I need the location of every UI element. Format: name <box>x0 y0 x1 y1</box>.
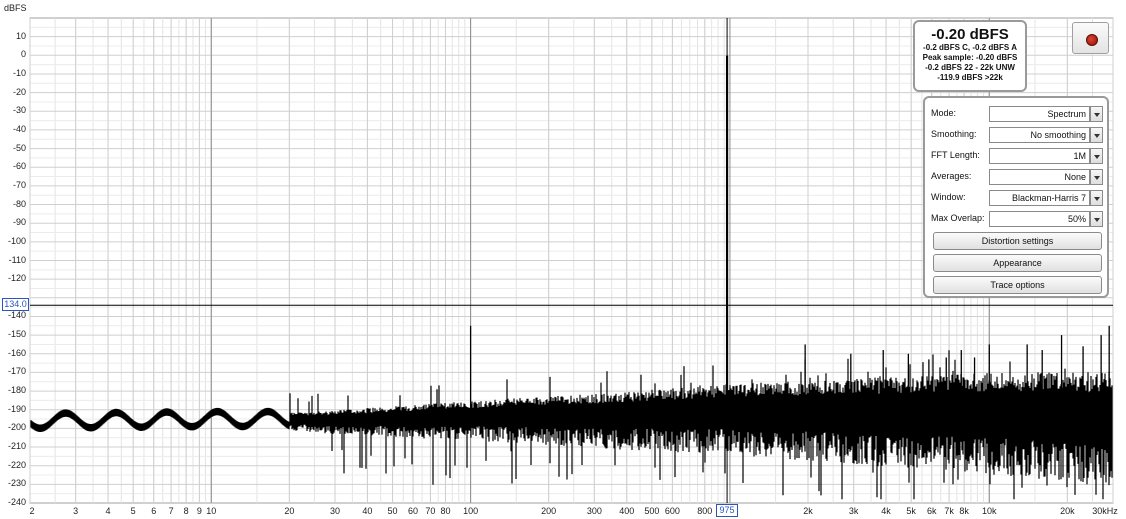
x-tick-label: 3k <box>848 506 859 516</box>
y-tick-label: -190 <box>7 403 26 414</box>
y-tick-label: -160 <box>7 347 26 358</box>
x-tick-label: 60 <box>408 506 419 516</box>
y-tick-label: -60 <box>12 161 26 172</box>
chevron-down-icon[interactable] <box>1090 148 1103 164</box>
x-tick-label: 200 <box>541 506 557 516</box>
mode-label: Mode: <box>931 108 957 118</box>
distortion-settings-button[interactable]: Distortion settings <box>933 232 1102 250</box>
x-tick-label: 10 <box>206 506 217 516</box>
x-tick-label: 7k <box>944 506 954 516</box>
y-tick-label: -220 <box>7 459 26 470</box>
y-tick-label: -80 <box>12 198 26 209</box>
averages-select[interactable]: None <box>989 169 1090 185</box>
x-tick-label: 30kHz <box>1092 506 1118 516</box>
y-tick-label: -210 <box>7 441 26 452</box>
x-tick-label: 5 <box>130 506 136 516</box>
chevron-down-icon[interactable] <box>1090 127 1103 143</box>
spectrum-analyzer-window: dBFS 10 0 -10 -20 -30 -40 -50 -60 -70 -80 -90 -100-… <box>0 0 1126 519</box>
y-tick-label: -100 <box>7 235 26 246</box>
x-tick-label: 10k <box>982 506 997 516</box>
window-select[interactable]: Blackman-Harris 7 <box>989 190 1090 206</box>
y-tick-label: -20 <box>12 86 26 97</box>
y-tick-label: -10 <box>12 67 26 78</box>
x-tick-label: 300 <box>586 506 602 516</box>
x-tick-label: 3 <box>73 506 79 516</box>
level-readout-panel: -0.20 dBFS -0.2 dBFS C, -0.2 dBFS A Peak… <box>913 20 1027 92</box>
averages-row: Averages: None <box>931 169 1103 185</box>
y-tick-label: -240 <box>7 497 26 507</box>
fft-length-label: FFT Length: <box>931 150 980 160</box>
x-tick-label: 7 <box>168 506 174 516</box>
x-tick-label: 40 <box>362 506 373 516</box>
chevron-down-icon[interactable] <box>1090 169 1103 185</box>
max-overlap-select[interactable]: 50% <box>989 211 1090 227</box>
window-row: Window: Blackman-Harris 7 <box>931 190 1103 206</box>
chevron-down-icon[interactable] <box>1090 106 1103 122</box>
x-tick-label: 4 <box>105 506 111 516</box>
record-button[interactable] <box>1072 22 1109 54</box>
y-axis-unit-label: dBFS <box>4 3 27 13</box>
y-tick-label: -90 <box>12 217 26 228</box>
x-tick-label: 80 <box>440 506 451 516</box>
level-readout-line: -119.9 dBFS >22k <box>937 73 1003 82</box>
averages-label: Averages: <box>931 171 972 181</box>
x-tick-label: 5k <box>906 506 916 516</box>
y-tick-label: -30 <box>12 105 26 116</box>
smoothing-label: Smoothing: <box>931 129 977 139</box>
x-tick-label: 9 <box>196 506 202 516</box>
appearance-button[interactable]: Appearance <box>933 254 1102 272</box>
y-tick-label: -170 <box>7 366 26 377</box>
x-tick-label: 2k <box>803 506 813 516</box>
x-tick-label: 500 <box>644 506 660 516</box>
x-tick-label: 8 <box>183 506 189 516</box>
max-overlap-label: Max Overlap: <box>931 213 985 223</box>
y-tick-label: 0 <box>20 49 26 60</box>
y-tick-label: -70 <box>12 179 26 190</box>
x-tick-label: 20 <box>284 506 295 516</box>
x-tick-label: 6 <box>151 506 157 516</box>
mode-select[interactable]: Spectrum <box>989 106 1090 122</box>
cursor-level-readout: 134.0 <box>2 298 29 311</box>
y-tick-label: -50 <box>12 142 26 153</box>
level-readout-line: Peak sample: -0.20 dBFS <box>922 53 1018 62</box>
cursor-frequency-readout: 975 <box>716 504 738 517</box>
x-tick-label: 800 <box>697 506 713 516</box>
level-readout-line: -0.2 dBFS 22 - 22k UNW <box>925 63 1015 72</box>
y-tick-label: -110 <box>8 254 26 265</box>
chevron-down-icon[interactable] <box>1090 190 1103 206</box>
level-readout-line: -0.2 dBFS C, -0.2 dBFS A <box>923 43 1017 52</box>
y-tick-label: 10 <box>15 30 26 41</box>
x-tick-label: 50 <box>387 506 398 516</box>
y-tick-label: -180 <box>7 385 26 396</box>
x-tick-label: 100 <box>463 506 479 516</box>
smoothing-row: Smoothing: No smoothing <box>931 127 1103 143</box>
y-tick-label: -200 <box>7 422 26 433</box>
fft-length-row: FFT Length: 1M <box>931 148 1103 164</box>
y-tick-label: -140 <box>7 310 26 321</box>
y-tick-label: -40 <box>12 123 26 134</box>
x-tick-label: 6k <box>926 506 937 516</box>
x-tick-label: 70 <box>425 506 436 516</box>
record-icon <box>1086 34 1098 46</box>
y-tick-label: -150 <box>7 329 26 340</box>
x-tick-label: 2 <box>29 506 35 516</box>
smoothing-select[interactable]: No smoothing <box>989 127 1090 143</box>
fft-length-select[interactable]: 1M <box>989 148 1090 164</box>
x-tick-label: 400 <box>619 506 635 516</box>
x-tick-label: 4k <box>881 506 891 516</box>
x-tick-label: 600 <box>664 506 680 516</box>
chevron-down-icon[interactable] <box>1090 211 1103 227</box>
window-label: Window: <box>931 192 966 202</box>
mode-row: Mode: Spectrum <box>931 106 1103 122</box>
y-tick-label: -230 <box>7 478 26 489</box>
max-overlap-row: Max Overlap: 50% <box>931 211 1103 227</box>
trace-options-button[interactable]: Trace options <box>933 276 1102 294</box>
y-tick-label: -120 <box>7 273 26 284</box>
x-tick-label: 8k <box>959 506 969 516</box>
x-tick-label: 20k <box>1060 506 1075 516</box>
analyzer-controls-panel: Mode: Spectrum Smoothing: No smoothing F… <box>923 96 1109 298</box>
level-readout-main: -0.20 dBFS <box>931 26 1009 43</box>
x-tick-label: 30 <box>329 506 340 516</box>
